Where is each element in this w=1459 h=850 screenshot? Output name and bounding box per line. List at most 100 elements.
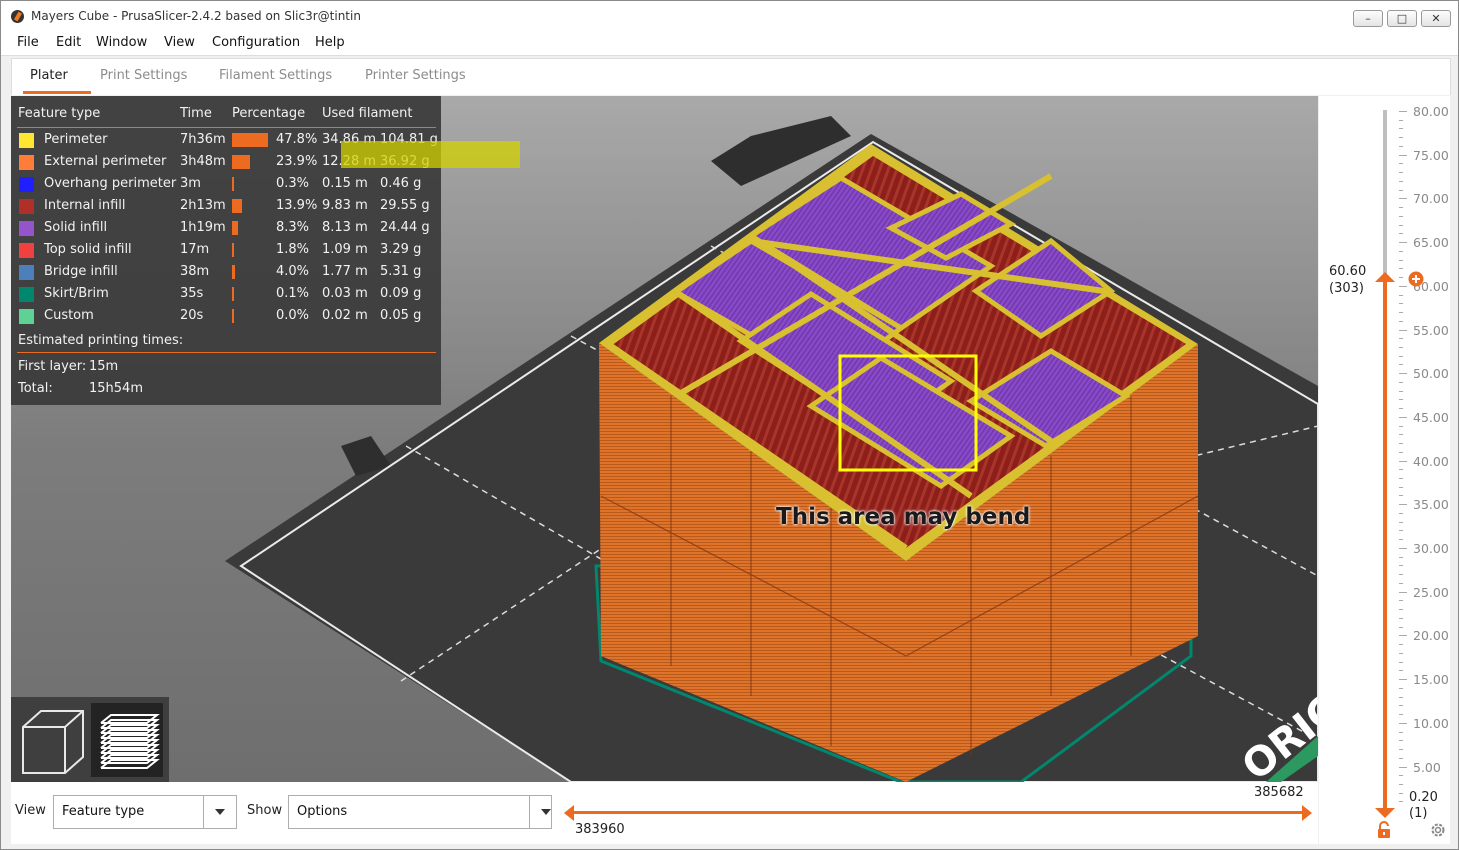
height-tick <box>1399 617 1403 619</box>
lock-button[interactable] <box>1376 821 1392 839</box>
tab-filament-settings[interactable]: Filament Settings <box>219 68 332 83</box>
height-tick <box>1399 128 1403 130</box>
height-tick <box>1399 373 1407 375</box>
minimize-button[interactable]: – <box>1353 10 1383 27</box>
legend-row[interactable]: Bridge infill 38m 4.0% 1.77 m 5.31 g <box>11 261 441 283</box>
feature-name: Overhang perimeter <box>44 176 177 191</box>
height-tick <box>1399 233 1403 235</box>
cube-icon <box>22 710 84 774</box>
feature-percentage: 13.9% <box>276 198 318 213</box>
upper-thumb[interactable] <box>1375 271 1395 282</box>
height-tick-label: 50.00 <box>1413 366 1449 382</box>
height-tick-label: 5.00 <box>1413 759 1441 775</box>
feature-length: 1.77 m <box>322 264 368 279</box>
feature-length: 8.13 m <box>322 220 368 235</box>
view-type-select[interactable]: Feature type <box>53 795 237 829</box>
feature-time: 38m <box>180 264 210 279</box>
feature-percentage: 0.3% <box>276 176 310 191</box>
height-tick <box>1399 661 1403 663</box>
gear-icon <box>1431 823 1445 837</box>
preview-layers-button[interactable] <box>91 703 163 777</box>
height-tick <box>1399 285 1407 287</box>
legend-row[interactable]: Solid infill 1h19m 8.3% 8.13 m 24.44 g <box>11 217 441 239</box>
menu-window[interactable]: Window <box>96 35 147 50</box>
maximize-button[interactable]: □ <box>1387 10 1417 27</box>
height-tick <box>1399 207 1403 209</box>
legend-row[interactable]: Internal infill 2h13m 13.9% 9.83 m 29.55 g <box>11 195 441 217</box>
3d-view-button[interactable] <box>17 703 89 777</box>
feature-color-swatch <box>19 309 34 324</box>
height-tick <box>1399 364 1403 366</box>
slider-settings-button[interactable] <box>1430 822 1446 838</box>
legend-row[interactable]: Skirt/Brim 35s 0.1% 0.03 m 0.09 g <box>11 283 441 305</box>
height-tick-label: 10.00 <box>1413 715 1449 731</box>
height-tick-label: 20.00 <box>1413 628 1449 644</box>
feature-name: Skirt/Brim <box>44 286 109 301</box>
height-tick <box>1399 722 1407 724</box>
chevron-down-icon[interactable] <box>203 796 236 828</box>
height-tick <box>1399 766 1407 768</box>
height-tick <box>1399 294 1403 296</box>
add-color-change-button[interactable] <box>1407 270 1425 288</box>
feature-name: Perimeter <box>44 132 108 147</box>
feature-percentage: 47.8% <box>276 132 318 147</box>
feature-length: 1.09 m <box>322 242 368 257</box>
tab-printer-settings[interactable]: Printer Settings <box>365 68 466 83</box>
chevron-down-icon[interactable] <box>529 796 551 828</box>
height-tick <box>1399 408 1403 409</box>
height-tick <box>1399 443 1403 444</box>
height-tick <box>1399 242 1407 244</box>
legend-row[interactable]: Overhang perimeter 3m 0.3% 0.15 m 0.46 g <box>11 173 441 195</box>
height-tick <box>1399 591 1407 593</box>
height-tick <box>1399 224 1403 226</box>
height-tick-label: 35.00 <box>1413 497 1449 513</box>
height-tick <box>1399 172 1403 174</box>
feature-time: 20s <box>180 308 204 323</box>
horizontal-move-slider[interactable] <box>569 811 1309 814</box>
legend-row[interactable]: Top solid infill 17m 1.8% 1.09 m 3.29 g <box>11 239 441 261</box>
feature-name: Internal infill <box>44 198 126 213</box>
show-options-select[interactable]: Options <box>288 795 552 829</box>
feature-percentage: 4.0% <box>276 264 310 279</box>
close-button[interactable]: ✕ <box>1421 10 1451 27</box>
3d-preview-canvas[interactable]: ORIGIN <box>11 96 1318 782</box>
height-tick <box>1399 154 1407 156</box>
height-tick <box>1399 565 1403 567</box>
feature-time: 17m <box>180 242 210 257</box>
legend-header-filament: Used filament <box>322 106 413 121</box>
legend-row[interactable]: Custom 20s 0.0% 0.02 m 0.05 g <box>11 305 441 327</box>
height-tick <box>1399 311 1403 313</box>
height-tick <box>1399 250 1403 252</box>
menu-configuration[interactable]: Configuration <box>212 35 300 50</box>
feature-color-swatch <box>19 287 34 302</box>
menu-edit[interactable]: Edit <box>56 35 81 50</box>
menu-file[interactable]: File <box>17 35 39 50</box>
layers-icon <box>100 714 160 769</box>
right-thumb[interactable] <box>1302 805 1312 821</box>
feature-color-swatch <box>19 133 34 148</box>
feature-percentage: 0.0% <box>276 308 310 323</box>
total-label: Total: <box>18 381 53 396</box>
height-tick <box>1399 268 1403 270</box>
feature-name: Custom <box>44 308 94 323</box>
percentage-bar <box>232 287 234 301</box>
percentage-bar <box>232 221 238 235</box>
height-tick-label: 45.00 <box>1413 409 1449 425</box>
height-tick <box>1399 469 1403 471</box>
tab-print-settings[interactable]: Print Settings <box>100 68 187 83</box>
maximize-icon: □ <box>1396 12 1408 25</box>
lower-thumb[interactable] <box>1375 807 1395 818</box>
left-thumb[interactable] <box>564 805 574 821</box>
menu-help[interactable]: Help <box>315 35 345 50</box>
height-tick <box>1399 582 1403 584</box>
tab-plater[interactable]: Plater <box>30 68 68 83</box>
height-tick-label: 75.00 <box>1413 147 1449 163</box>
hslider-lower-value: 383960 <box>575 822 625 837</box>
menu-view[interactable]: View <box>164 35 195 50</box>
height-tick <box>1399 600 1403 602</box>
feature-name: Top solid infill <box>44 242 132 257</box>
layer-height-slider[interactable]: 80.00 75.00 70.00 65.00 60.00 55.00 50.00 45.00… <box>1319 96 1450 844</box>
height-tick <box>1399 495 1403 497</box>
feature-time: 1h19m <box>180 220 226 235</box>
feature-color-swatch <box>19 265 34 280</box>
